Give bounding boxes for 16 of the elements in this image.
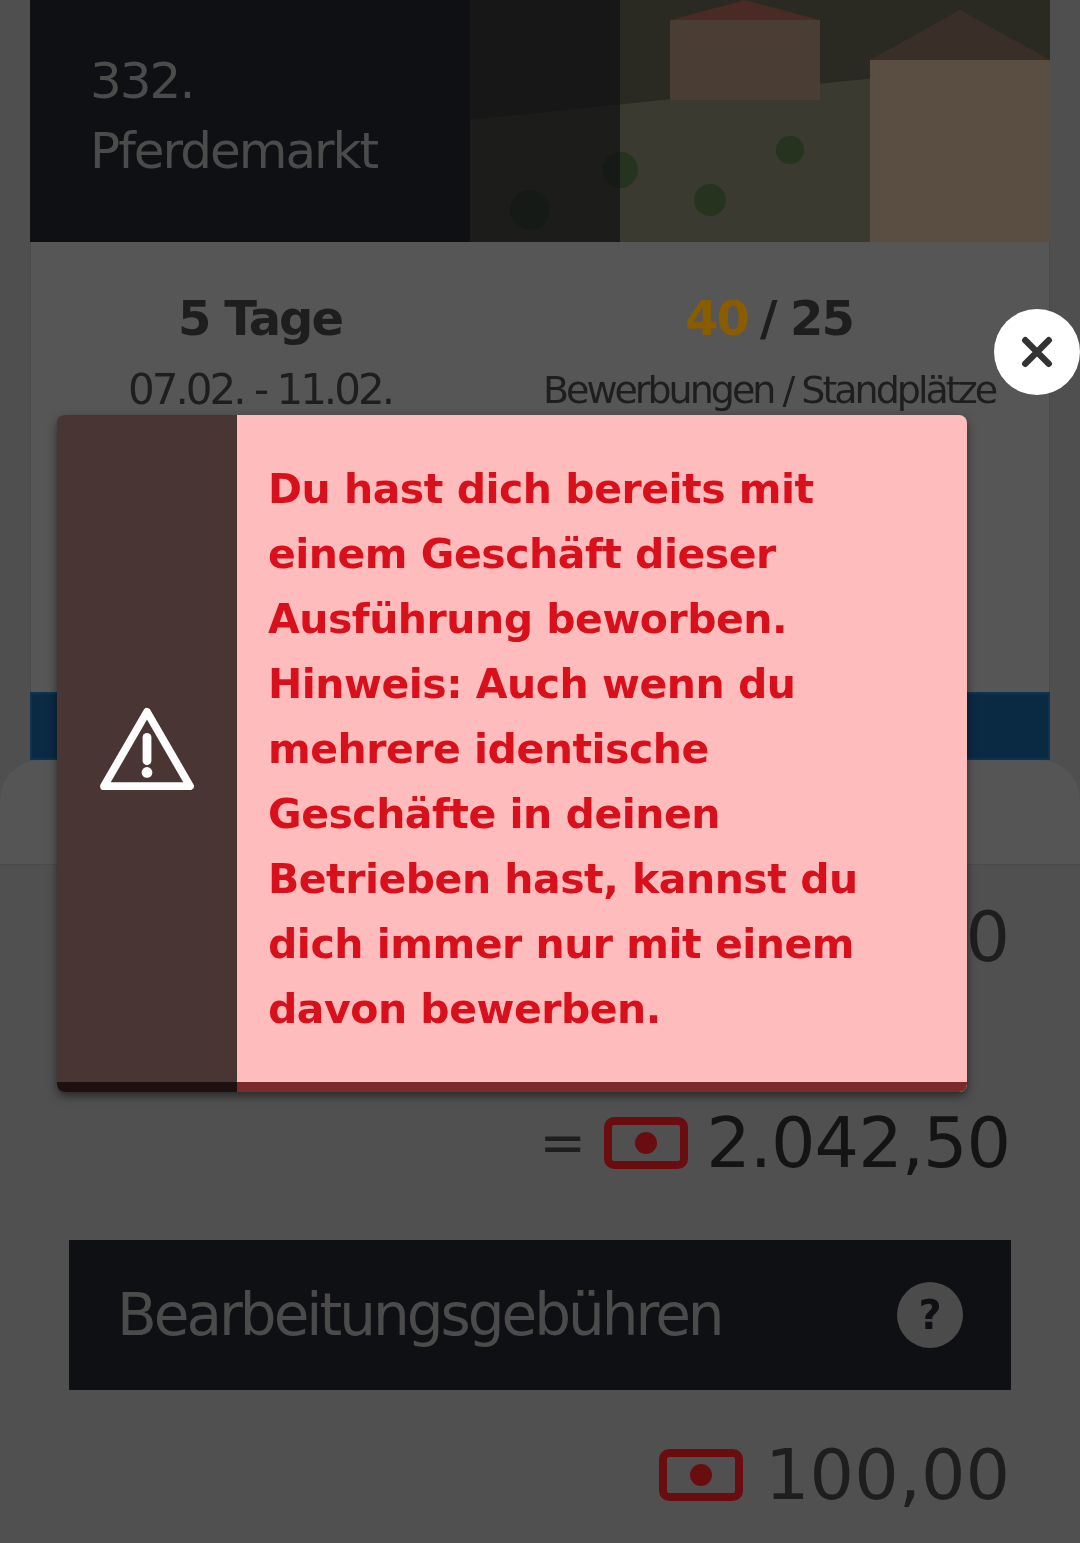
money-icon	[604, 1117, 689, 1169]
stats-label: Bewerbungen / Standplätze	[542, 367, 996, 414]
error-message: Du hast dich bereits mit einem Geschäft dieser Ausführung beworben. Hinweis: Auch wenn du mehrere identische Geschäfte in deinen Betrieben hast, kannst du dich immer nur mit einem davon bewerben.	[268, 464, 859, 1035]
equals-sign: =	[539, 1109, 587, 1177]
help-button[interactable]: ?	[897, 1282, 963, 1348]
close-icon	[1021, 336, 1053, 368]
date-range: 07.02. - 11.02.	[127, 364, 392, 416]
fees-heading: Bearbeitungsgebühren	[117, 1279, 722, 1351]
event-name: Pferdemarkt	[90, 121, 379, 182]
applications-count: 40	[685, 289, 748, 348]
event-number: 332.	[90, 51, 195, 112]
duration-text: 5 Tage	[178, 289, 342, 348]
money-icon	[659, 1449, 744, 1501]
warning-icon	[98, 705, 196, 792]
total-amount: 2.042,50	[706, 1108, 1010, 1178]
slots-count: / 25	[759, 289, 853, 348]
